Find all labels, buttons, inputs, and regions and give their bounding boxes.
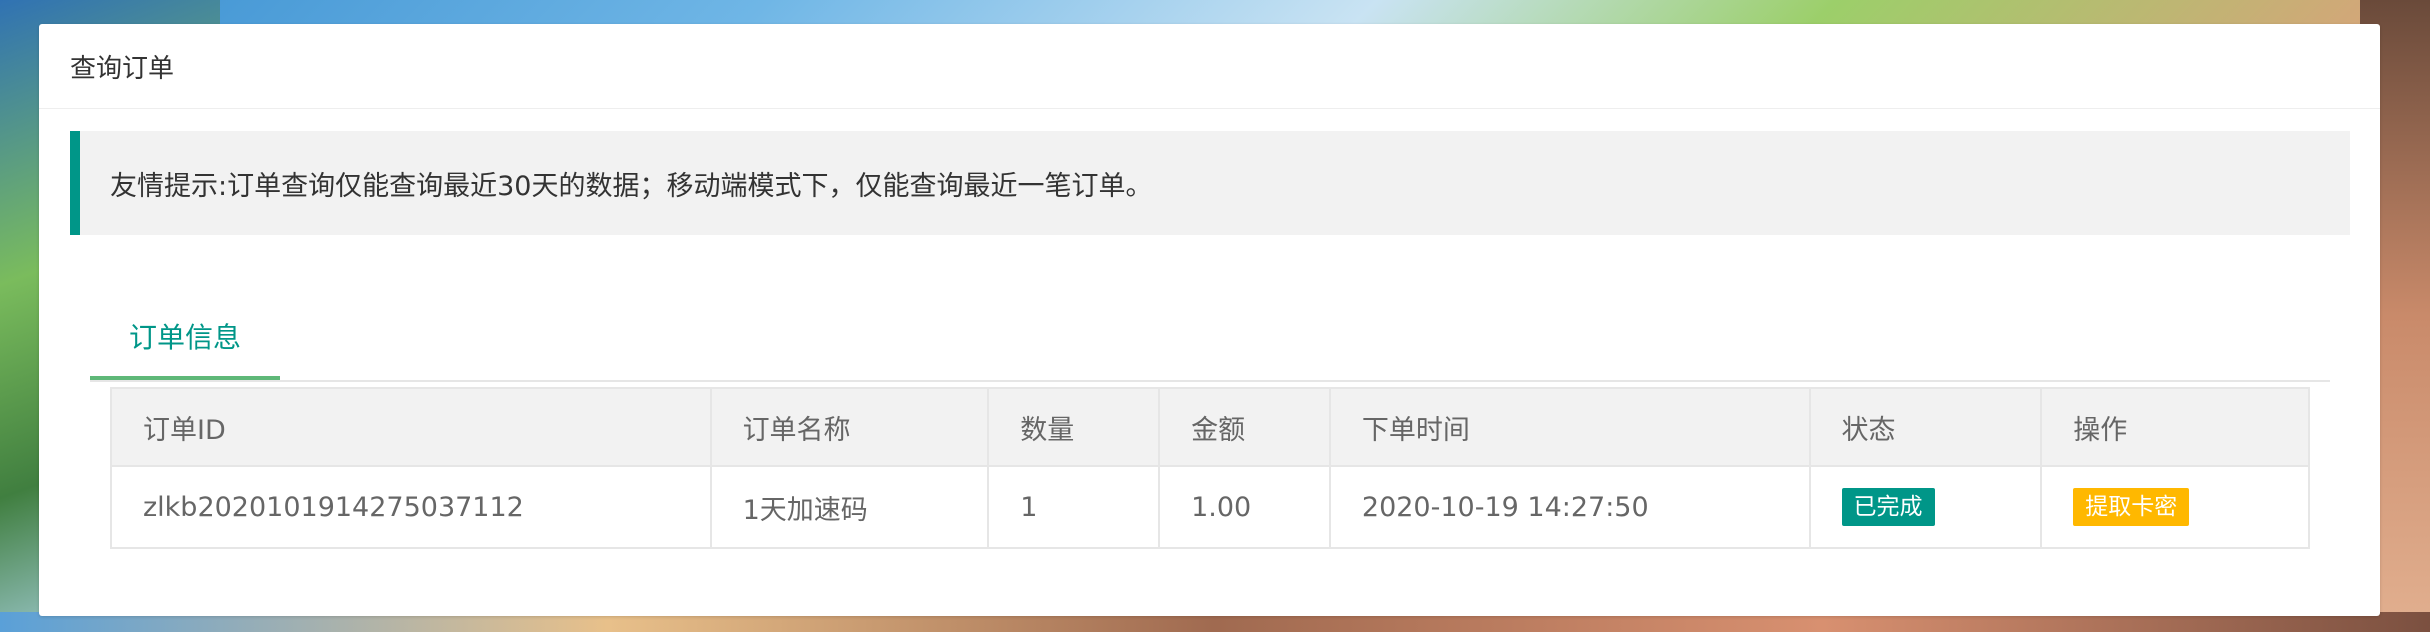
header-order-name: 订单名称: [709, 387, 990, 467]
header-order-time: 下单时间: [1328, 387, 1811, 467]
cell-status: 已完成: [1808, 465, 2043, 549]
header-amount: 金额: [1158, 387, 1331, 467]
cell-amount: 1.00: [1158, 465, 1331, 549]
tab-order-info[interactable]: 订单信息: [90, 296, 280, 380]
order-table: 订单ID 订单名称 数量 金额 下单时间 状态 操作 zlkb202010191…: [110, 387, 2310, 549]
tab-bar: 订单信息: [90, 296, 2330, 382]
header-order-id: 订单ID: [110, 387, 712, 467]
notice-text: 友情提示:订单查询仅能查询最近30天的数据；移动端模式下，仅能查询最近一笔订单。: [110, 170, 1153, 202]
card-title: 查询订单: [39, 24, 2380, 109]
header-quantity: 数量: [987, 387, 1161, 467]
cell-action: 提取卡密: [2040, 465, 2310, 549]
cell-quantity: 1: [987, 465, 1161, 549]
order-query-card: 查询订单 友情提示:订单查询仅能查询最近30天的数据；移动端模式下，仅能查询最近…: [39, 24, 2380, 616]
table-row: zlkb2020101914275037112 1天加速码 1 1.00 202…: [110, 465, 2310, 549]
cell-order-time: 2020-10-19 14:27:50: [1328, 465, 1811, 549]
extract-card-key-button[interactable]: 提取卡密: [2073, 488, 2190, 526]
cell-order-name: 1天加速码: [709, 465, 990, 549]
status-badge: 已完成: [1841, 488, 1935, 526]
header-action: 操作: [2040, 387, 2310, 467]
table-header-row: 订单ID 订单名称 数量 金额 下单时间 状态 操作: [110, 387, 2310, 467]
header-status: 状态: [1808, 387, 2043, 467]
notice-box: 友情提示:订单查询仅能查询最近30天的数据；移动端模式下，仅能查询最近一笔订单。: [70, 131, 2350, 235]
cell-order-id: zlkb2020101914275037112: [110, 465, 712, 549]
